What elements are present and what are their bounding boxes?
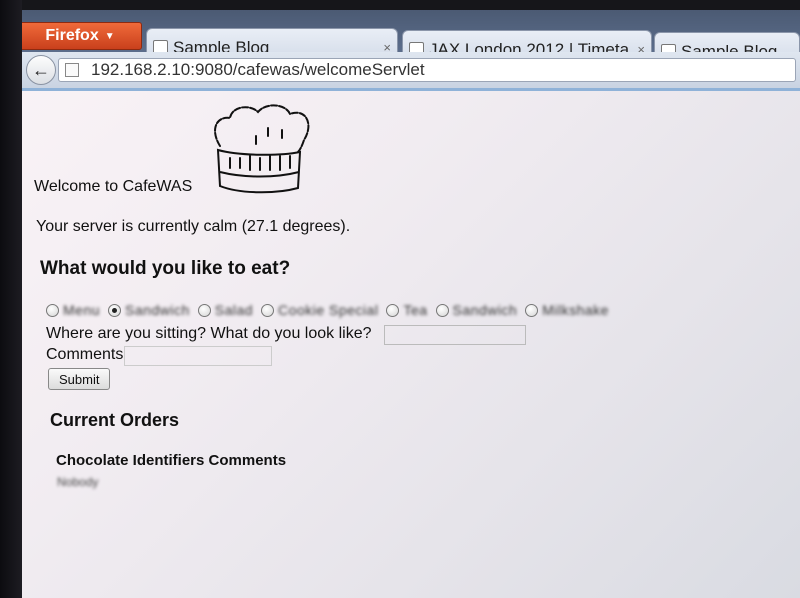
food-option-label: Cookie Special	[278, 302, 379, 318]
orders-table: Chocolate Identifiers Comments Nobody	[56, 452, 290, 490]
comments-label: Comments	[46, 346, 124, 363]
food-option-label: Sandwich	[452, 302, 518, 318]
sitting-input[interactable]	[384, 325, 526, 345]
food-option[interactable]: Salad	[197, 302, 254, 318]
food-option-label: Sandwich	[125, 302, 190, 318]
firefox-menu-label: Firefox	[45, 27, 99, 44]
address-bar[interactable]: 192.168.2.10:9080/cafewas/welcomeServlet	[58, 58, 796, 82]
radio-button[interactable]	[525, 303, 539, 317]
food-option-label: Salad	[214, 302, 254, 318]
food-option-label: Tea	[403, 302, 428, 318]
page-content: Welcome to CafeWAS Your server is curren…	[22, 92, 800, 598]
comments-input[interactable]	[124, 346, 272, 366]
food-option[interactable]: Menu	[46, 302, 100, 318]
radio-button-selected[interactable]	[108, 303, 122, 317]
food-option[interactable]: Sandwich	[108, 302, 190, 318]
submit-button[interactable]: Submit	[48, 368, 111, 390]
radio-button[interactable]	[386, 303, 400, 317]
back-arrow-icon: ←	[32, 59, 50, 80]
food-option[interactable]: Milkshake	[525, 302, 609, 318]
order-cell: Nobody	[57, 475, 99, 489]
radio-button[interactable]	[197, 303, 211, 317]
radio-button[interactable]	[46, 303, 59, 317]
firefox-menu-button[interactable]: Firefox ▼	[18, 22, 142, 50]
food-option-label: Milkshake	[542, 302, 609, 318]
orders-header: Chocolate Identifiers Comments	[56, 452, 287, 469]
back-button[interactable]: ←	[26, 55, 56, 85]
tab-strip: Firefox ▼ Sample Blog × JAX London 2012 …	[0, 10, 800, 70]
navigation-bar: ← 192.168.2.10:9080/cafewas/welcomeServl…	[20, 52, 800, 89]
current-orders-heading: Current Orders	[50, 410, 180, 430]
url-text: 192.168.2.10:9080/cafewas/welcomeServlet	[91, 60, 425, 79]
screen: Firefox ▼ Sample Blog × JAX London 2012 …	[0, 0, 800, 598]
food-option[interactable]: Cookie Special	[261, 302, 378, 318]
food-option[interactable]: Tea	[386, 302, 427, 318]
chef-hat-logo	[214, 104, 310, 194]
toolbar-divider	[20, 88, 800, 91]
food-option[interactable]: Sandwich	[435, 302, 518, 318]
food-options: Menu Sandwich Salad Cookie Special Tea S…	[46, 302, 617, 318]
food-question-heading: What would you like to eat?	[40, 258, 291, 279]
radio-button[interactable]	[435, 303, 449, 317]
table-row: Nobody	[56, 469, 290, 490]
site-identity-icon[interactable]	[65, 63, 79, 77]
sitting-label: Where are you sitting? What do you look …	[46, 325, 372, 342]
chevron-down-icon: ▼	[104, 30, 115, 42]
welcome-text: Welcome to CafeWAS	[34, 178, 193, 195]
food-option-label: Menu	[63, 302, 101, 318]
radio-button[interactable]	[261, 303, 275, 317]
monitor-bezel	[0, 0, 22, 598]
server-status-text: Your server is currently calm (27.1 degr…	[36, 218, 351, 235]
table-header-row: Chocolate Identifiers Comments	[56, 452, 290, 469]
